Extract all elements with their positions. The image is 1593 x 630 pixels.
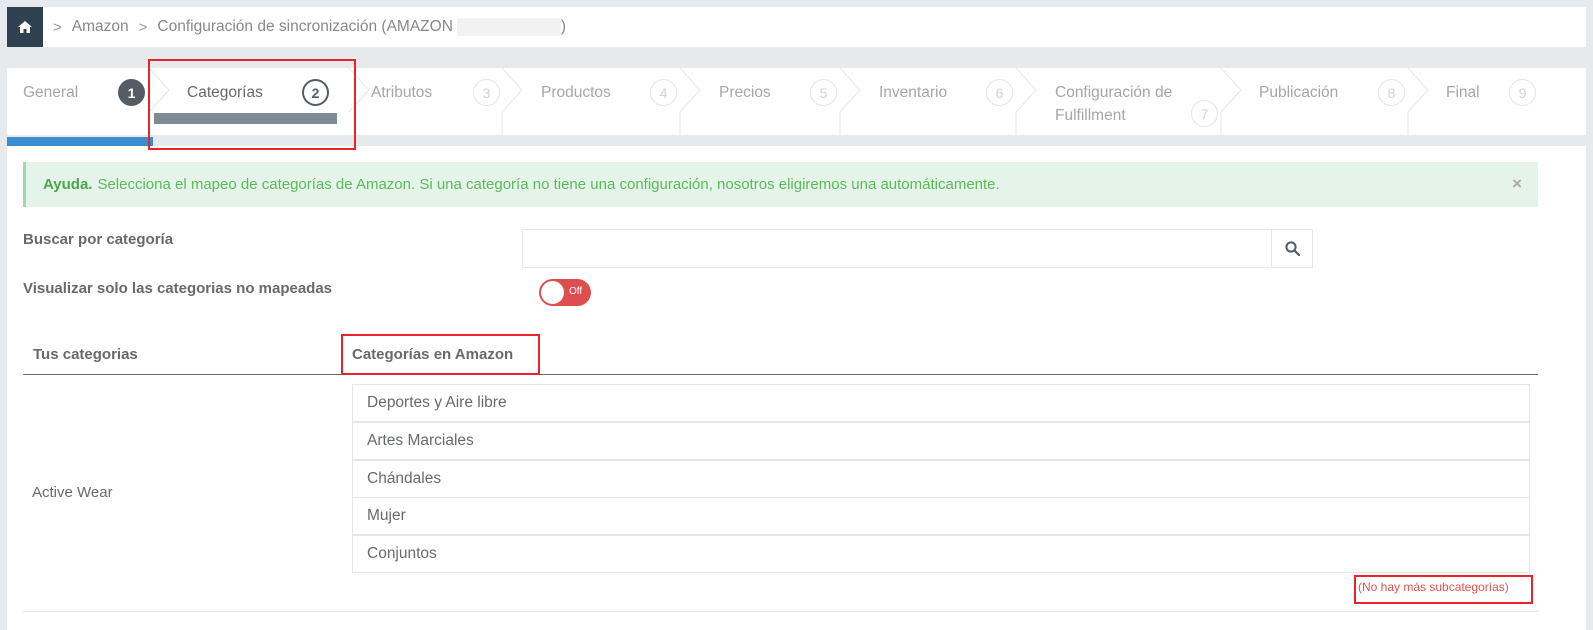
wizard-step-number: 8 [1378,79,1405,106]
alert-message: Selecciona el mapeo de categorías de Ama… [97,176,1000,193]
toggle-knob [541,281,564,304]
wizard-step-label: Final [1446,84,1480,101]
help-alert: Ayuda. Selecciona el mapeo de categorías… [23,162,1538,207]
breadcrumb-separator: > [53,18,62,36]
wizard-step-inventario[interactable]: Inventario 6 [845,68,1021,135]
column-header-amazon-categories: Categorías en Amazon [352,346,514,363]
wizard-step-final[interactable]: Final 9 [1413,68,1586,135]
row-divider [23,611,1538,612]
wizard-step-atributos[interactable]: Atributos 3 [354,68,507,135]
search-icon [1284,241,1300,256]
wizard-step-categorias[interactable]: Categorías 2 [154,68,354,135]
no-more-subcategories-note: (No hay más subcategorías) [1358,580,1509,594]
search-button[interactable] [1271,229,1313,268]
step-separator [1220,68,1242,135]
wizard-step-number: 3 [473,79,500,106]
amazon-category-level-2[interactable]: Artes Marciales [352,422,1530,460]
your-category-name: Active Wear [32,484,113,501]
wizard-step-fulfillment[interactable]: Configuración de Fulfillment 7 [1021,68,1226,135]
wizard-step-label: Productos [541,84,611,101]
step-separator [1015,68,1037,135]
wizard-step-label: Publicación [1259,84,1339,101]
amazon-category-level-1[interactable]: Deportes y Aire libre [352,384,1530,422]
table-header-divider [23,374,1538,375]
step-separator [679,68,701,135]
wizard-step-label: Atributos [371,84,433,101]
breadcrumb-sync-config-label: Configuración de sincronización (AMAZON [157,18,453,36]
wizard-step-label: Precios [719,84,771,101]
wizard-step-number: 1 [118,79,145,106]
wizard-step-number: 7 [1191,100,1218,127]
step-separator [348,68,370,113]
alert-title: Ayuda. [43,176,93,193]
unmapped-filter-toggle[interactable]: Off [539,279,591,306]
wizard-step-number: 9 [1509,79,1536,106]
amazon-category-level-3[interactable]: Chándales [352,460,1530,498]
step-separator [148,68,170,113]
wizard-step-number: 4 [650,79,677,106]
breadcrumb-amazon[interactable]: Amazon [72,18,129,36]
toggle-state-text: Off [569,286,583,297]
step-separator [839,68,861,135]
wizard-step-label: Configuración de Fulfillment [1055,84,1173,124]
unmapped-filter-label: Visualizar solo las categorias no mapead… [23,280,333,297]
step-separator [1407,68,1429,135]
wizard-step-label: General [23,84,79,101]
breadcrumb-close-paren: ) [560,18,567,36]
home-icon [18,21,32,33]
wizard-step-label: Inventario [879,84,948,101]
progress-track [7,135,1586,146]
wizard-step-precios[interactable]: Precios 5 [685,68,845,135]
wizard-step-general[interactable]: General 1 [7,68,154,135]
wizard-step-number: 2 [302,79,329,106]
wizard-step-publicacion[interactable]: Publicación 8 [1226,68,1413,135]
column-header-your-categories: Tus categorias [33,346,138,363]
search-label: Buscar por categoría [23,231,174,248]
breadcrumb-sync-config: Configuración de sincronización (AMAZON) [157,17,567,36]
wizard-step-number: 6 [986,79,1013,106]
wizard-steps: General 1 Categorías 2 Atributos 3 Produ… [7,68,1586,135]
wizard-step-productos[interactable]: Productos 4 [507,68,685,135]
breadcrumb-separator: > [138,18,148,36]
amazon-category-level-5[interactable]: Conjuntos [352,535,1530,573]
breadcrumb: > Amazon > Configuración de sincronizaci… [7,7,1586,47]
wizard-step-label: Categorías [187,84,263,101]
amazon-category-level-4[interactable]: Mujer [352,497,1530,535]
redacted-account-name [456,17,561,36]
home-button[interactable] [7,7,43,47]
progress-bar-fill [7,137,153,146]
wizard-step-number: 5 [810,79,837,106]
step-separator [501,68,523,135]
close-icon[interactable]: × [1512,174,1522,194]
search-input[interactable] [522,229,1272,268]
active-step-indicator [154,113,337,124]
